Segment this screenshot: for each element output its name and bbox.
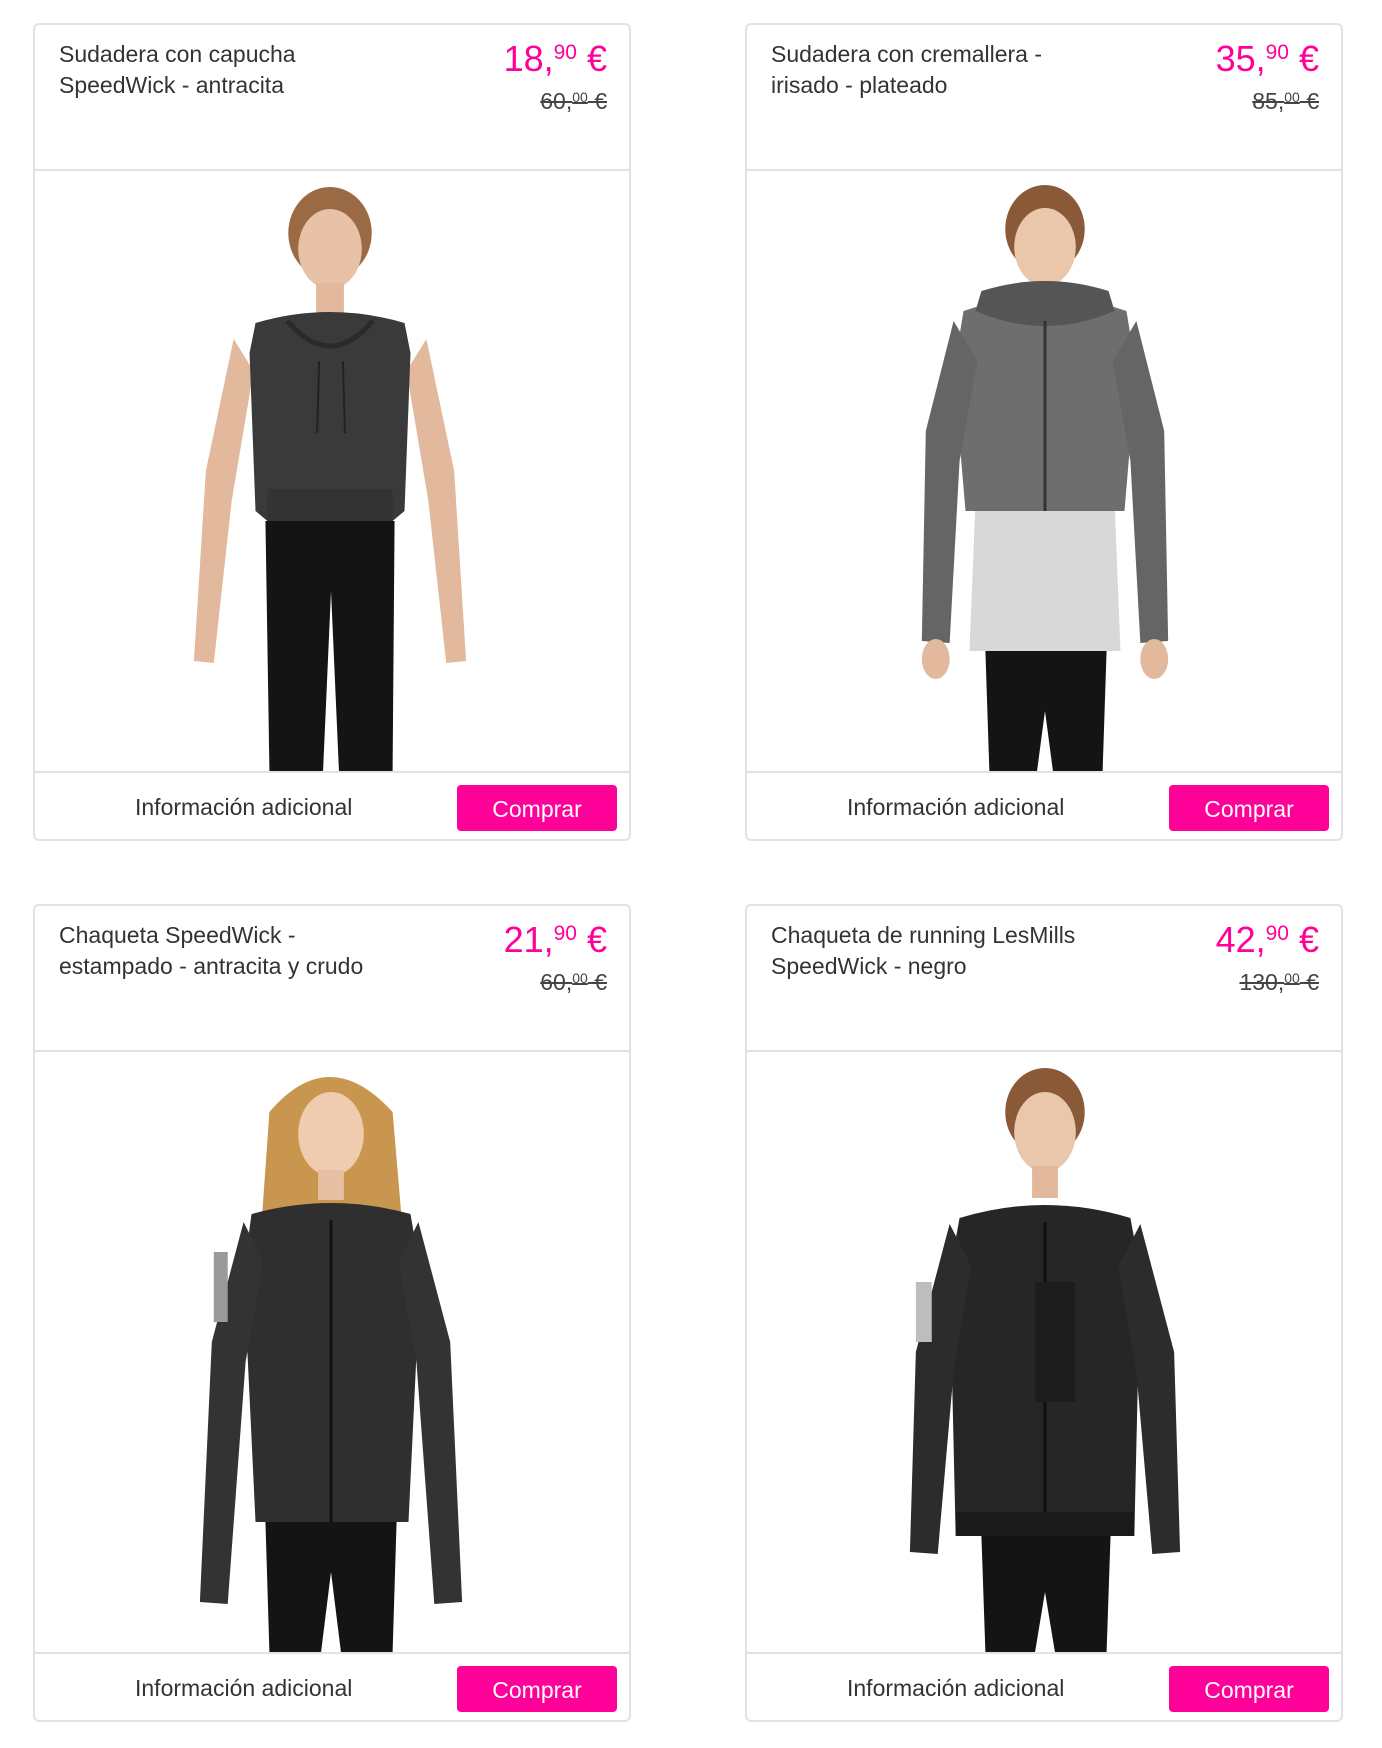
card-footer: Información adicional Comprar: [35, 771, 629, 839]
old-price-integer: 60,: [540, 88, 573, 114]
product-title[interactable]: Chaqueta SpeedWick - estampado - antraci…: [59, 920, 389, 982]
price-currency: €: [1288, 38, 1319, 79]
product-title-line1[interactable]: Chaqueta SpeedWick -: [59, 920, 389, 951]
product-image[interactable]: [35, 171, 629, 771]
price-integer: 35,: [1215, 38, 1266, 79]
old-price-integer: 130,: [1239, 969, 1285, 995]
old-price-cents: 00: [1284, 89, 1300, 105]
product-card: Chaqueta de running LesMills SpeedWick -…: [745, 904, 1343, 1722]
price-integer: 21,: [503, 919, 554, 960]
price-cents: 90: [553, 922, 577, 945]
product-image[interactable]: [747, 1052, 1341, 1652]
original-price: 60,00 €: [540, 968, 607, 999]
price-cents: 90: [553, 41, 577, 64]
card-header: Sudadera con capucha SpeedWick - antraci…: [35, 25, 629, 171]
old-price-cents: 00: [572, 970, 588, 986]
price-currency: €: [576, 919, 607, 960]
product-title-line1[interactable]: Sudadera con cremallera -: [771, 39, 1101, 70]
card-header: Chaqueta de running LesMills SpeedWick -…: [747, 906, 1341, 1052]
model-photo: [193, 187, 467, 771]
old-price-currency: €: [587, 969, 607, 995]
current-price: 35,90 €: [1216, 39, 1319, 85]
model-photo: [199, 1077, 463, 1652]
card-header: Chaqueta SpeedWick - estampado - antraci…: [35, 906, 629, 1052]
product-card: Sudadera con cremallera - irisado - plat…: [745, 23, 1343, 841]
price-integer: 18,: [503, 38, 554, 79]
price-currency: €: [576, 38, 607, 79]
buy-button[interactable]: Comprar: [1169, 1666, 1329, 1712]
old-price-cents: 00: [1284, 970, 1300, 986]
old-price-currency: €: [1299, 969, 1319, 995]
current-price: 21,90 €: [504, 920, 607, 966]
card-footer: Información adicional Comprar: [747, 1652, 1341, 1720]
current-price: 42,90 €: [1216, 920, 1319, 966]
product-title-line2[interactable]: estampado - antracita y crudo: [59, 951, 389, 982]
additional-info-link[interactable]: Información adicional: [135, 1674, 352, 1702]
old-price-integer: 60,: [540, 969, 573, 995]
original-price: 130,00 €: [1239, 968, 1319, 999]
price-cents: 90: [1265, 922, 1289, 945]
card-footer: Información adicional Comprar: [747, 771, 1341, 839]
product-title[interactable]: Sudadera con cremallera - irisado - plat…: [771, 39, 1101, 101]
product-title[interactable]: Chaqueta de running LesMills SpeedWick -…: [771, 920, 1101, 982]
model-photo: [909, 1068, 1181, 1652]
additional-info-link[interactable]: Información adicional: [847, 1674, 1064, 1702]
model-photo: [921, 185, 1169, 771]
original-price: 60,00 €: [540, 87, 607, 118]
buy-button[interactable]: Comprar: [1169, 785, 1329, 831]
additional-info-link[interactable]: Información adicional: [847, 793, 1064, 821]
product-title-line2[interactable]: irisado - plateado: [771, 70, 1101, 101]
price-cents: 90: [1265, 41, 1289, 64]
product-title-line1[interactable]: Sudadera con capucha: [59, 39, 389, 70]
product-card: Sudadera con capucha SpeedWick - antraci…: [33, 23, 631, 841]
buy-button[interactable]: Comprar: [457, 1666, 617, 1712]
old-price-currency: €: [587, 88, 607, 114]
product-title-line2[interactable]: SpeedWick - negro: [771, 951, 1101, 982]
price-integer: 42,: [1215, 919, 1266, 960]
current-price: 18,90 €: [504, 39, 607, 85]
buy-button[interactable]: Comprar: [457, 785, 617, 831]
old-price-currency: €: [1299, 88, 1319, 114]
product-image[interactable]: [35, 1052, 629, 1652]
additional-info-link[interactable]: Información adicional: [135, 793, 352, 821]
product-title-line2[interactable]: SpeedWick - antracita: [59, 70, 389, 101]
old-price-cents: 00: [572, 89, 588, 105]
product-image[interactable]: [747, 171, 1341, 771]
product-card: Chaqueta SpeedWick - estampado - antraci…: [33, 904, 631, 1722]
product-title[interactable]: Sudadera con capucha SpeedWick - antraci…: [59, 39, 389, 101]
card-header: Sudadera con cremallera - irisado - plat…: [747, 25, 1341, 171]
card-footer: Información adicional Comprar: [35, 1652, 629, 1720]
product-title-line1[interactable]: Chaqueta de running LesMills: [771, 920, 1101, 951]
price-currency: €: [1288, 919, 1319, 960]
original-price: 85,00 €: [1252, 87, 1319, 118]
old-price-integer: 85,: [1252, 88, 1285, 114]
